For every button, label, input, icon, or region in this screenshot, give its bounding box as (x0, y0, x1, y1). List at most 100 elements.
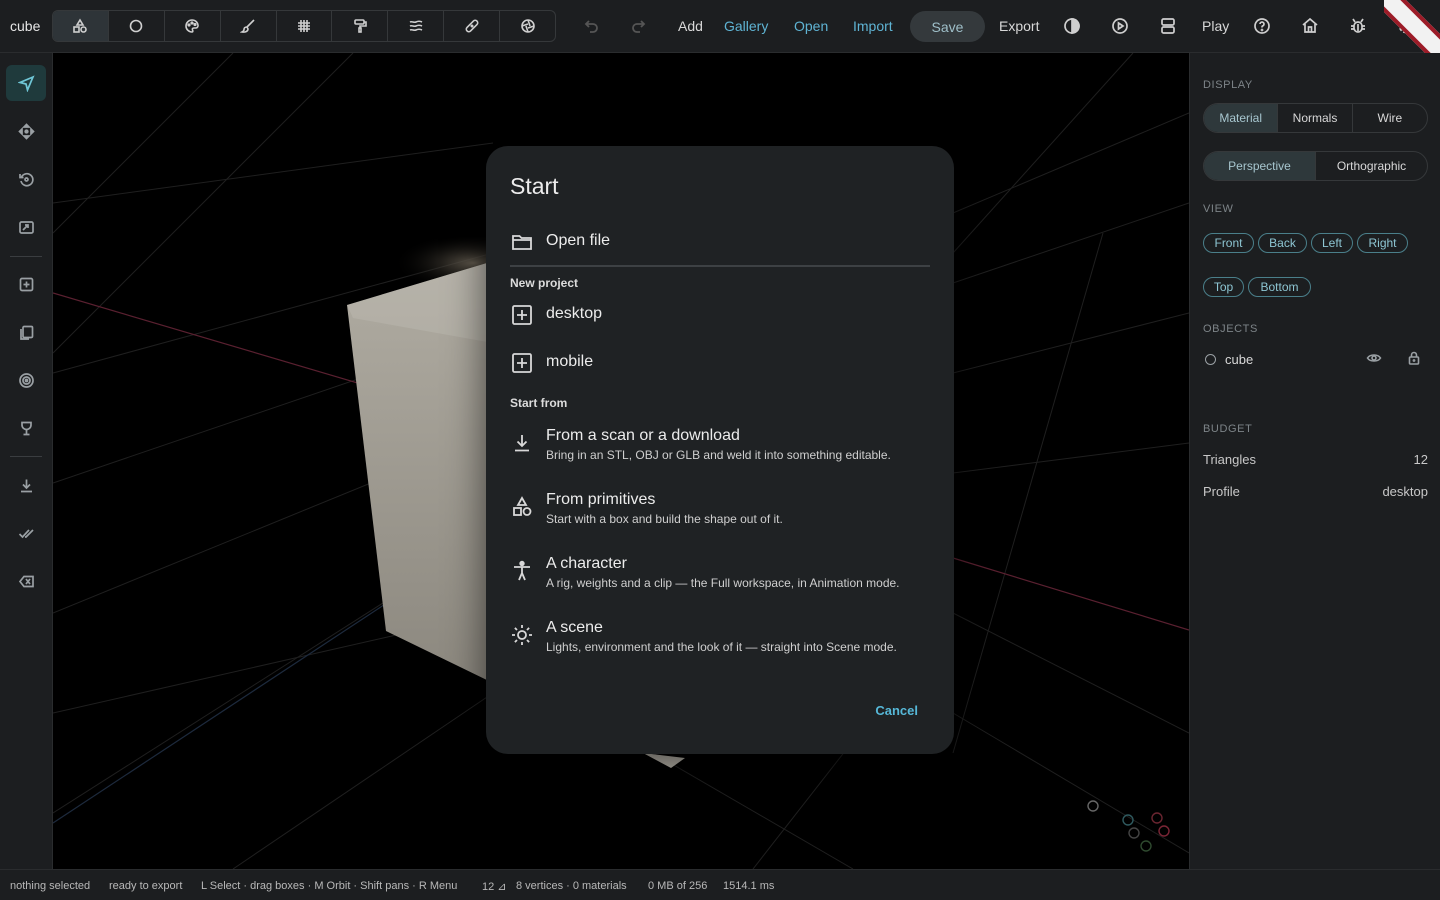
control-hints: L Select · drag boxes · M Orbit · Shift … (201, 880, 458, 892)
tool-bandage[interactable] (444, 11, 501, 41)
triangles-value: 12 (1413, 452, 1428, 467)
geometry-stats: 8 vertices · 0 materials (516, 880, 627, 892)
add-button[interactable]: Add (678, 18, 703, 34)
modifier-button[interactable] (6, 362, 46, 398)
aperture-icon (520, 19, 535, 33)
display-section-label: DISPLAY (1203, 79, 1253, 91)
budget-section-label: BUDGET (1203, 423, 1253, 435)
layers-icon (409, 20, 423, 32)
palette-icon (185, 19, 200, 33)
dialog-title: Start (510, 173, 559, 199)
projection-orthographic-option[interactable]: Orthographic (1316, 152, 1427, 180)
scale-tool-button[interactable] (6, 209, 46, 245)
double-check-icon (18, 528, 34, 538)
memory-usage: 0 MB of 256 (648, 880, 708, 892)
gallery-button[interactable]: Gallery (724, 18, 768, 34)
validate-button[interactable] (6, 515, 46, 551)
template-character[interactable]: A character A rig, weights and a clip — … (510, 553, 930, 593)
plus-box-icon (510, 351, 534, 375)
x-axis-line-right (952, 557, 1189, 631)
rotate-icon (18, 172, 34, 187)
shading-normals-option[interactable]: Normals (1278, 104, 1353, 132)
template-scan-download[interactable]: From a scan or a download Bring in an ST… (510, 425, 930, 465)
undo-button[interactable] (582, 16, 602, 36)
tool-circle[interactable] (109, 11, 165, 41)
triangles-row: Triangles 12 (1203, 452, 1428, 467)
material-button[interactable] (6, 410, 46, 446)
view-left-chip[interactable]: Left (1311, 233, 1353, 253)
select-tool-button[interactable] (6, 65, 46, 101)
template-scene[interactable]: A scene Lights, environment and the look… (510, 617, 930, 657)
tool-shapes[interactable] (53, 11, 109, 41)
view-top-chip[interactable]: Top (1203, 277, 1244, 297)
tool-layers[interactable] (388, 11, 445, 41)
view-back-chip[interactable]: Back (1258, 233, 1307, 253)
shading-wire-option[interactable]: Wire (1353, 104, 1427, 132)
profile-value: desktop (1382, 484, 1428, 499)
tool-brush[interactable] (221, 11, 277, 41)
save-button[interactable]: Save (910, 11, 985, 42)
axis-gizmo[interactable] (1087, 800, 1170, 852)
preview-play-button[interactable] (1110, 16, 1130, 36)
contrast-icon (1064, 18, 1080, 34)
object-circle-icon (1205, 354, 1216, 365)
download-icon (510, 431, 534, 455)
cursor-arrow-icon (17, 74, 35, 92)
objects-section-label: OBJECTS (1203, 323, 1258, 335)
view-front-chip[interactable]: Front (1203, 233, 1254, 253)
projection-perspective-option[interactable]: Perspective (1204, 152, 1316, 180)
debug-button[interactable] (1348, 16, 1368, 36)
lock-toggle[interactable] (1406, 350, 1422, 366)
triangle-count: 12 ⊿ (482, 881, 507, 893)
tool-aperture[interactable] (500, 11, 555, 41)
top-toolbar: cube Add Gallery Open Import Save Export… (0, 0, 1440, 53)
new-project-mobile[interactable]: mobile (510, 351, 930, 377)
view-right-chip[interactable]: Right (1357, 233, 1408, 253)
open-file-option[interactable]: Open file (510, 230, 930, 256)
view-bottom-chip[interactable]: Bottom (1248, 277, 1311, 297)
new-project-desktop[interactable]: desktop (510, 303, 930, 329)
open-button[interactable]: Open (794, 18, 828, 34)
sidebar-divider (10, 456, 42, 457)
lock-icon (1408, 351, 1420, 365)
visibility-toggle[interactable] (1366, 350, 1382, 366)
layout-toggle[interactable] (1158, 16, 1178, 36)
start-from-heading: Start from (510, 396, 568, 410)
paint-roller-icon (354, 19, 367, 33)
left-tool-sidebar (0, 53, 53, 869)
template-character-desc: A rig, weights and a clip — the Full wor… (546, 576, 900, 590)
import-button[interactable]: Import (853, 18, 893, 34)
projection-selector: Perspective Orthographic (1203, 151, 1428, 181)
cube-corner (643, 753, 685, 768)
move-tool-button[interactable] (6, 113, 46, 149)
dialog-divider (510, 265, 930, 267)
help-button[interactable] (1252, 16, 1272, 36)
template-primitives[interactable]: From primitives Start with a box and bui… (510, 489, 930, 529)
download-button[interactable] (6, 467, 46, 503)
view-section-label: VIEW (1203, 203, 1234, 215)
scale-frame-icon (18, 220, 34, 234)
contrast-toggle[interactable] (1062, 16, 1082, 36)
duplicate-button[interactable] (6, 314, 46, 350)
bandage-icon (465, 19, 479, 33)
play-button[interactable]: Play (1202, 18, 1229, 34)
shading-material-option[interactable]: Material (1204, 104, 1279, 132)
add-object-button[interactable] (6, 266, 46, 302)
redo-button[interactable] (630, 16, 650, 36)
home-button[interactable] (1300, 16, 1320, 36)
tool-grid[interactable] (277, 11, 333, 41)
bug-icon (1351, 18, 1365, 33)
move-arrows-icon (17, 122, 35, 140)
tool-palette[interactable] (165, 11, 221, 41)
export-button[interactable]: Export (999, 18, 1039, 34)
object-row-cube[interactable]: cube (1203, 349, 1428, 369)
cancel-button[interactable]: Cancel (875, 703, 918, 718)
tool-paint-roller[interactable] (332, 11, 389, 41)
frame-timing: 1514.1 ms (723, 880, 775, 892)
template-scene-desc: Lights, environment and the look of it —… (546, 640, 897, 654)
plus-box-icon (510, 303, 534, 327)
help-icon (1254, 18, 1270, 34)
corner-ribbon (1384, 0, 1440, 56)
rotate-tool-button[interactable] (6, 161, 46, 197)
clear-button[interactable] (6, 563, 46, 599)
